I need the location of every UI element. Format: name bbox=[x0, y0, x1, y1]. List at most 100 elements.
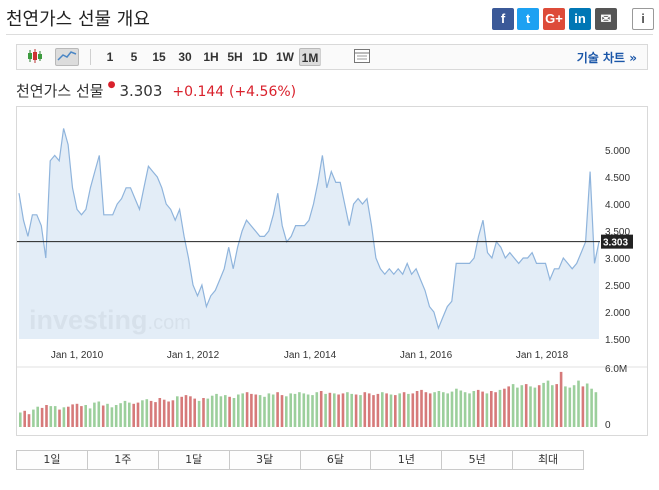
volume-bar bbox=[23, 410, 26, 427]
volume-bar bbox=[45, 405, 48, 427]
volume-bar bbox=[271, 394, 275, 427]
y-tick-6: 2.000 bbox=[605, 308, 630, 319]
volume-bar bbox=[420, 389, 423, 427]
technical-chart-link[interactable]: 기술 차트 » bbox=[577, 49, 637, 66]
volume-bar bbox=[337, 394, 340, 427]
volume-bar bbox=[516, 387, 519, 427]
volume-bar bbox=[62, 407, 66, 427]
volume-bar bbox=[141, 400, 144, 427]
volume-bar bbox=[75, 403, 79, 427]
volume-bar bbox=[590, 388, 593, 427]
volume-bar bbox=[19, 412, 22, 427]
volume-bar bbox=[315, 392, 319, 427]
chart-toolbar: 1 5 15 30 1H 5H 1D 1W 1M 기술 차트 » bbox=[16, 44, 648, 70]
period-5[interactable]: 1년 bbox=[371, 451, 443, 469]
twitter-icon[interactable]: t bbox=[517, 8, 539, 30]
volume-bar bbox=[503, 388, 506, 427]
volume-bar bbox=[463, 392, 467, 427]
volume-bar bbox=[529, 386, 532, 427]
volume-bar bbox=[577, 380, 580, 427]
volume-bar bbox=[228, 396, 231, 427]
period-4[interactable]: 6달 bbox=[300, 451, 372, 469]
volume-bar bbox=[381, 392, 384, 427]
interval-5h[interactable]: 5H bbox=[225, 48, 245, 66]
live-dot-icon: ● bbox=[107, 80, 116, 90]
interval-1[interactable]: 1 bbox=[103, 48, 117, 66]
volume-bar bbox=[167, 401, 170, 427]
volume-bar bbox=[285, 396, 288, 427]
area-chart-icon[interactable] bbox=[55, 48, 79, 66]
volume-bar bbox=[202, 398, 205, 427]
candlestick-chart-icon[interactable] bbox=[25, 48, 45, 66]
x-tick-3: Jan 1, 2016 bbox=[400, 350, 453, 361]
interval-1d[interactable]: 1D bbox=[250, 48, 270, 66]
volume-bar bbox=[241, 393, 244, 427]
period-0[interactable]: 1일 bbox=[17, 451, 88, 469]
interval-1w[interactable]: 1W bbox=[274, 48, 296, 66]
volume-bar bbox=[446, 393, 449, 427]
google-plus-icon[interactable]: G+ bbox=[543, 8, 565, 30]
volume-bar bbox=[494, 392, 497, 427]
y-tick-1: 4.500 bbox=[605, 173, 630, 184]
interval-1h[interactable]: 1H bbox=[201, 48, 221, 66]
volume-bar bbox=[428, 393, 432, 427]
volume-bar bbox=[424, 392, 428, 427]
facebook-icon[interactable]: f bbox=[492, 8, 514, 30]
period-2[interactable]: 1달 bbox=[158, 451, 230, 469]
volume-bar bbox=[27, 414, 31, 427]
volume-bar bbox=[546, 380, 550, 427]
page-title: 천연가스 선물 개요 bbox=[6, 9, 150, 30]
volume-bar bbox=[402, 392, 406, 427]
period-1[interactable]: 1주 bbox=[87, 451, 159, 469]
interval-1m[interactable]: 1M bbox=[299, 48, 321, 66]
volume-bar bbox=[311, 395, 314, 427]
current-price-label: 3.303 bbox=[603, 238, 628, 249]
volume-bar bbox=[123, 400, 127, 427]
volume-bar bbox=[254, 394, 258, 427]
volume-bar bbox=[490, 391, 493, 427]
info-icon[interactable]: i bbox=[632, 8, 654, 30]
volume-bar bbox=[572, 385, 576, 427]
volume-bar bbox=[232, 398, 236, 427]
interval-30[interactable]: 30 bbox=[175, 48, 195, 66]
period-selector: 1일 1주 1달 3달 6달 1년 5년 최대 bbox=[16, 450, 584, 470]
volume-bar bbox=[58, 409, 61, 427]
volume-bar bbox=[250, 393, 253, 427]
volume-bar bbox=[459, 390, 463, 427]
volume-bar bbox=[507, 386, 510, 427]
volume-bar bbox=[359, 395, 362, 427]
interval-15[interactable]: 15 bbox=[149, 48, 169, 66]
price-change: +0.144 bbox=[172, 84, 225, 100]
instrument-name: 천연가스 선물 bbox=[16, 82, 104, 100]
volume-bar bbox=[319, 391, 323, 427]
volume-bar bbox=[302, 393, 306, 427]
divider bbox=[90, 49, 91, 65]
price-chart[interactable]: investing.com5.0004.5004.0003.5003.0002.… bbox=[17, 107, 647, 435]
price-area bbox=[19, 128, 599, 339]
volume-bar bbox=[564, 386, 567, 427]
period-7[interactable]: 최대 bbox=[513, 451, 583, 469]
x-tick-0: Jan 1, 2010 bbox=[51, 350, 104, 361]
volume-bar bbox=[114, 405, 118, 427]
divider bbox=[320, 49, 321, 65]
volume-bar bbox=[176, 396, 179, 427]
period-3[interactable]: 3달 bbox=[229, 451, 301, 469]
period-6[interactable]: 5년 bbox=[442, 451, 514, 469]
volume-bar bbox=[210, 395, 214, 427]
volume-bar bbox=[472, 391, 476, 427]
interval-5[interactable]: 5 bbox=[127, 48, 141, 66]
volume-bar bbox=[367, 393, 371, 427]
table-view-icon[interactable] bbox=[352, 48, 372, 66]
volume-bar bbox=[437, 391, 441, 427]
volume-bar bbox=[180, 396, 183, 427]
volume-bar bbox=[524, 384, 528, 427]
volume-bar bbox=[128, 402, 131, 427]
chart-panel[interactable]: investing.com5.0004.5004.0003.5003.0002.… bbox=[16, 106, 648, 436]
volume-bar bbox=[354, 394, 358, 427]
volume-bar bbox=[298, 392, 301, 427]
volume-bar bbox=[559, 371, 563, 427]
volume-bar bbox=[328, 392, 332, 427]
email-icon[interactable]: ✉ bbox=[595, 8, 617, 30]
x-tick-2: Jan 1, 2014 bbox=[284, 350, 337, 361]
linkedin-icon[interactable]: in bbox=[569, 8, 591, 30]
